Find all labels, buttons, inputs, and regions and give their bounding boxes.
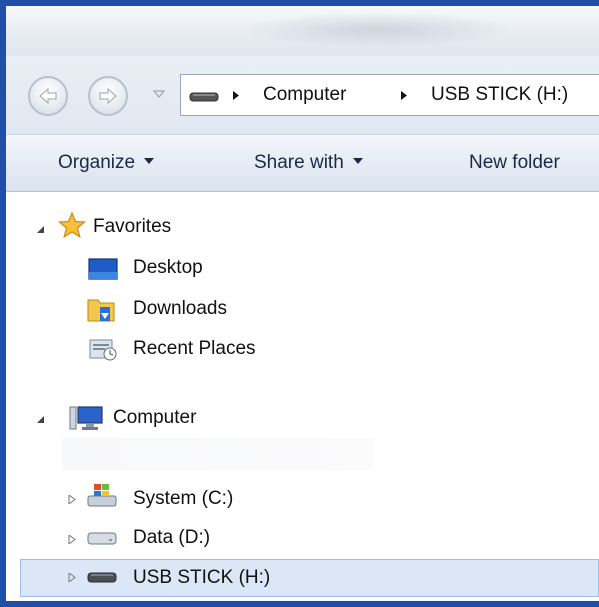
blank-region xyxy=(62,438,374,470)
new-folder-button[interactable]: New folder xyxy=(469,135,560,191)
expand-arrow-icon[interactable] xyxy=(68,535,77,544)
recent-places-label: Recent Places xyxy=(133,338,256,359)
downloads-label: Downloads xyxy=(133,298,227,319)
tree-item-downloads[interactable]: Downloads xyxy=(133,292,227,326)
computer-icon xyxy=(69,406,103,430)
downloads-folder-icon xyxy=(87,299,115,322)
forward-arrow-icon xyxy=(99,87,117,105)
share-with-label: Share with xyxy=(254,152,344,173)
tree-item-favorites[interactable]: Favorites xyxy=(93,210,171,244)
tree-item-computer[interactable]: Computer xyxy=(113,401,196,435)
usb-stick-h-label: USB STICK (H:) xyxy=(133,567,271,588)
desktop-label: Desktop xyxy=(133,257,203,278)
drive-icon xyxy=(189,92,219,102)
desktop-icon xyxy=(88,258,118,280)
chevron-down-icon xyxy=(352,157,363,164)
explorer-window: Computer USB STICK (H:) Organize Share w… xyxy=(0,0,599,607)
back-arrow-icon xyxy=(39,87,57,105)
system-c-label: System (C:) xyxy=(133,488,234,509)
back-button[interactable] xyxy=(28,76,68,116)
command-bar: Organize Share with New folder xyxy=(6,134,599,192)
system-drive-icon xyxy=(87,484,117,507)
breadcrumb-separator-icon[interactable] xyxy=(232,90,240,101)
breadcrumb-computer[interactable]: Computer xyxy=(263,75,346,115)
breadcrumb-separator-icon[interactable] xyxy=(400,90,408,101)
expand-arrow-icon[interactable] xyxy=(68,573,77,582)
expand-arrow-icon[interactable] xyxy=(68,495,77,504)
collapse-arrow-icon[interactable] xyxy=(36,225,45,234)
usb-drive-icon xyxy=(87,572,117,583)
star-icon xyxy=(58,211,86,239)
share-with-button[interactable]: Share with xyxy=(254,135,363,191)
breadcrumb-usb-stick[interactable]: USB STICK (H:) xyxy=(431,75,568,115)
recent-locations-icon[interactable] xyxy=(152,88,166,100)
tree-item-system-c[interactable]: System (C:) xyxy=(133,482,233,516)
recent-places-icon xyxy=(89,339,117,361)
address-bar[interactable]: Computer USB STICK (H:) xyxy=(180,74,599,116)
organize-label: Organize xyxy=(58,152,136,173)
data-d-label: Data (D:) xyxy=(133,527,211,548)
tree-item-recent-places[interactable]: Recent Places xyxy=(133,332,256,366)
collapse-arrow-icon[interactable] xyxy=(36,415,45,424)
tree-item-data-d[interactable]: Data (D:) xyxy=(133,521,210,555)
hard-drive-icon xyxy=(87,532,117,545)
title-bar-blur xyxy=(238,12,518,48)
tree-item-usb-stick-h[interactable]: USB STICK (H:) xyxy=(133,561,270,595)
chevron-down-icon xyxy=(144,157,155,164)
tree-item-desktop[interactable]: Desktop xyxy=(133,251,203,285)
forward-button[interactable] xyxy=(88,76,128,116)
title-bar[interactable] xyxy=(6,6,599,56)
new-folder-label: New folder xyxy=(469,152,560,173)
organize-button[interactable]: Organize xyxy=(58,135,155,191)
computer-label: Computer xyxy=(113,407,197,428)
favorites-label: Favorites xyxy=(93,216,172,237)
